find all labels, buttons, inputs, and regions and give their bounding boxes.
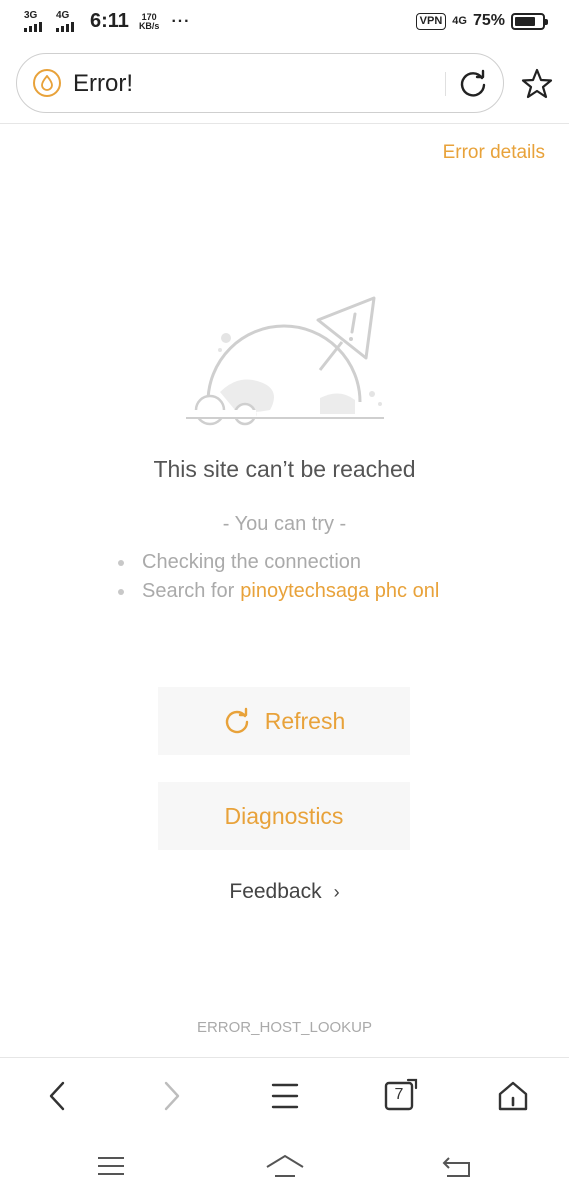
network-type-2: 4G xyxy=(56,9,70,21)
bullet xyxy=(118,588,124,595)
bullet xyxy=(118,559,124,566)
network-speed: 170 KB/s xyxy=(138,12,160,31)
suggestion-text: Checking the connection xyxy=(142,551,362,573)
suggestion-item: Checking the connection xyxy=(118,548,439,577)
address-bar[interactable]: Error! xyxy=(16,53,504,113)
suggestion-list: Checking the connection Search for pinoy… xyxy=(118,548,439,606)
system-home-icon[interactable] xyxy=(265,1152,305,1180)
status-bar: 3G 4G 6:11 170 KB/s ··· VPN 4G 75% xyxy=(0,0,569,44)
menu-icon[interactable] xyxy=(267,1078,303,1114)
diagnostics-button[interactable]: Diagnostics xyxy=(158,782,410,850)
error-illustration-icon xyxy=(186,296,384,426)
network-type-1: 3G xyxy=(24,9,38,21)
page-title[interactable]: Error! xyxy=(73,70,133,98)
speed-unit: KB/s xyxy=(138,20,160,31)
toolbar-divider xyxy=(0,123,569,124)
battery-percent: 75% xyxy=(472,12,505,29)
reload-icon[interactable] xyxy=(457,68,489,100)
network-type-3: 4G xyxy=(452,14,467,27)
error-code: ERROR_HOST_LOOKUP xyxy=(196,1019,373,1036)
clock: 6:11 xyxy=(90,10,129,32)
tabs-icon[interactable]: 7 xyxy=(382,1078,418,1114)
error-details-link[interactable]: Error details xyxy=(443,142,545,164)
suggestion-item: Search for pinoytechsaga phc onl xyxy=(118,577,439,606)
refresh-icon xyxy=(225,707,248,734)
tab-count: 7 xyxy=(394,1086,404,1103)
search-query-link[interactable]: pinoytechsaga phc onl xyxy=(240,577,439,606)
feedback-label: Feedback xyxy=(229,880,322,903)
refresh-label: Refresh xyxy=(264,707,346,734)
status-left: 3G 4G 6:11 170 KB/s ··· xyxy=(24,10,190,33)
battery-icon xyxy=(511,12,548,30)
signal-icon: 3G xyxy=(24,9,50,33)
secure-drop-icon xyxy=(33,69,61,97)
refresh-button[interactable]: Refresh xyxy=(158,687,410,755)
system-back-icon[interactable] xyxy=(441,1152,473,1180)
vpn-icon: VPN xyxy=(415,12,447,30)
system-menu-icon[interactable] xyxy=(95,1152,127,1180)
back-icon[interactable] xyxy=(40,1078,76,1114)
feedback-link[interactable]: Feedback › xyxy=(0,880,569,904)
more-notifications-icon: ··· xyxy=(171,12,191,30)
address-divider xyxy=(445,72,446,96)
chevron-right-icon: › xyxy=(333,882,340,902)
signal-icon-2: 4G xyxy=(56,9,82,33)
suggestion-text: Search for xyxy=(142,580,235,602)
error-title: This site can’t be reached xyxy=(153,456,416,482)
bottom-toolbar-divider xyxy=(0,1057,569,1058)
try-heading: - You can try - xyxy=(222,513,347,535)
diagnostics-label: Diagnostics xyxy=(224,802,344,829)
star-icon[interactable] xyxy=(520,67,554,101)
home-icon[interactable] xyxy=(495,1078,531,1114)
status-right: VPN 4G 75% xyxy=(415,12,548,30)
forward-icon[interactable] xyxy=(153,1078,189,1114)
